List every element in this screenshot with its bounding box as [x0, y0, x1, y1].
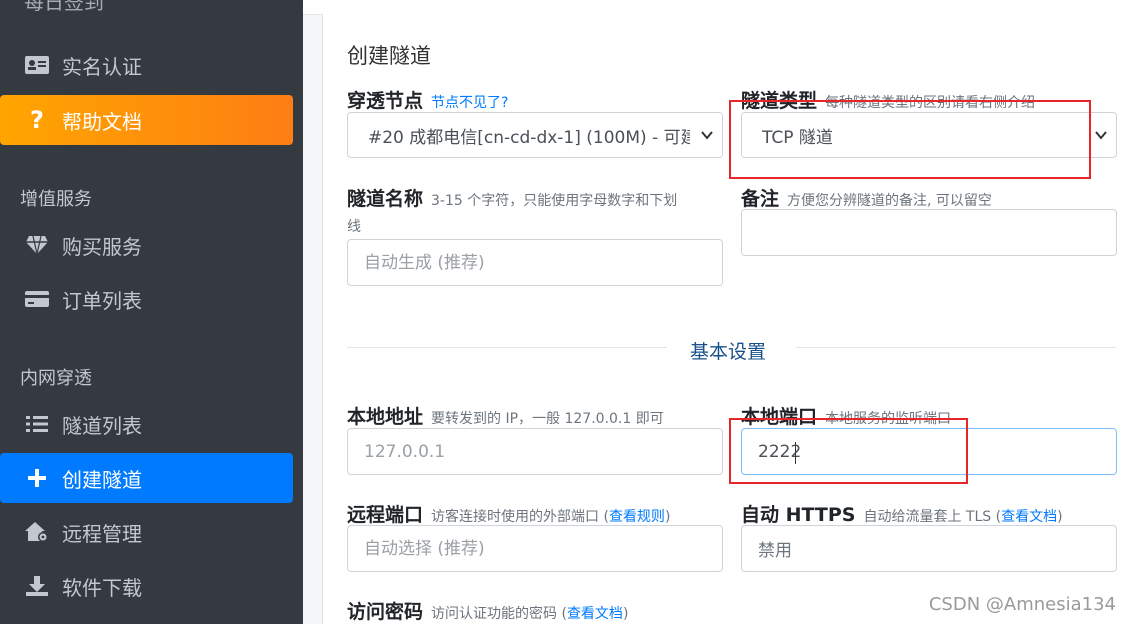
local-address-hint: 要转发到的 IP，一般 127.0.0.1 即可	[431, 411, 664, 427]
sidebar-item-label: 远程管理	[62, 521, 142, 546]
remote-port-label: 远程端口 访客连接时使用的外部端口 (查看规则)	[347, 500, 670, 527]
sidebar-item-label: 实名认证	[62, 54, 142, 79]
sidebar-item-label: 购买服务	[62, 234, 142, 259]
page-title: 创建隧道	[347, 44, 431, 68]
diamond-icon	[24, 232, 50, 258]
type-label: 隧道类型 每种隧道类型的区别请看右侧介绍	[741, 86, 1035, 113]
section-basic-settings: 基本设置	[690, 341, 767, 363]
type-label-text: 隧道类型	[741, 90, 818, 112]
tunnel-name-input[interactable]	[347, 239, 723, 286]
plus-icon	[24, 465, 50, 491]
id-card-icon	[24, 52, 50, 78]
tunnel-name-hint-wrap: 线	[347, 219, 361, 235]
node-label: 穿透节点 节点不见了?	[347, 86, 508, 113]
auto-https-docs-link[interactable]: 查看文档	[1001, 509, 1057, 525]
download-icon	[24, 573, 50, 599]
sidebar-item-remote-manage[interactable]: 远程管理	[0, 507, 293, 557]
sidebar-item-buy-service[interactable]: 购买服务	[0, 220, 293, 270]
question-icon: ?	[30, 106, 44, 134]
sidebar-item-checkin-cut[interactable]: 每日签到	[24, 0, 104, 15]
remark-hint: 方便您分辨隧道的备注, 可以留空	[787, 193, 992, 209]
sidebar-item-realname[interactable]: 实名认证	[0, 40, 293, 90]
node-select[interactable]: #20 成都电信[cn-cd-dx-1] (100M) - 可建	[347, 112, 723, 158]
divider-right	[796, 347, 1116, 348]
local-address-input[interactable]	[347, 428, 723, 475]
node-label-text: 穿透节点	[347, 90, 424, 112]
sidebar-item-label: 隧道列表	[62, 413, 142, 438]
access-password-label: 访问密码 访问认证功能的密码 (查看文档)	[347, 597, 628, 624]
remark-label: 备注 方便您分辨隧道的备注, 可以留空	[741, 184, 992, 211]
local-address-label-text: 本地地址	[347, 406, 424, 428]
sidebar-item-software-download[interactable]: 软件下载	[0, 561, 293, 611]
local-port-input[interactable]	[741, 428, 1117, 475]
list-icon	[24, 411, 50, 437]
sidebar-item-tunnel-list[interactable]: 隧道列表	[0, 399, 293, 449]
auto-https-hint: 自动给流量套上 TLS (	[863, 509, 1002, 525]
tunnel-type-value: TCP 隧道	[762, 127, 833, 148]
credit-card-icon	[24, 286, 50, 312]
sidebar-item-create-tunnel[interactable]: 创建隧道	[0, 453, 293, 503]
local-port-label: 本地端口 本地服务的监听端口	[741, 402, 951, 429]
top-toolbar-strip	[303, 0, 1130, 15]
sidebar-section-intranet: 内网穿透	[20, 368, 92, 389]
divider-left	[347, 347, 667, 348]
tunnel-type-select[interactable]: TCP 隧道	[741, 112, 1117, 158]
text-caret	[795, 442, 796, 464]
sidebar-item-orders[interactable]: 订单列表	[0, 274, 293, 324]
sidebar-item-label: 软件下载	[62, 575, 142, 600]
access-password-label-text: 访问密码	[347, 601, 424, 623]
node-select-value: #20 成都电信[cn-cd-dx-1] (100M) - 可建	[368, 127, 698, 148]
remote-port-label-text: 远程端口	[347, 504, 424, 526]
access-password-docs-link[interactable]: 查看文档	[567, 606, 623, 622]
type-hint: 每种隧道类型的区别请看右侧介绍	[825, 95, 1036, 111]
remote-port-input[interactable]	[347, 525, 723, 572]
sidebar-item-label: 订单列表	[62, 288, 142, 313]
remark-input[interactable]	[741, 209, 1117, 256]
access-password-hint: 访问认证功能的密码 (	[431, 606, 567, 622]
sidebar: 每日签到 实名认证 ? 帮助文档 增值服务 购买服务 订单列表 内网穿透 隧道列…	[0, 0, 303, 624]
sidebar-section-value-added: 增值服务	[20, 189, 92, 210]
local-port-hint: 本地服务的监听端口	[825, 411, 952, 427]
sidebar-item-help-docs[interactable]: ? 帮助文档	[0, 95, 293, 145]
tunnel-name-hint: 3-15 个字符，只能使用字母数字和下划	[431, 193, 678, 209]
chevron-down-icon	[1095, 131, 1107, 140]
auto-https-label-text: 自动 HTTPS	[741, 504, 856, 526]
tunnel-name-label-text: 隧道名称	[347, 188, 424, 210]
home-gear-icon	[24, 519, 50, 545]
remote-port-hint: 访客连接时使用的外部端口 (	[431, 509, 609, 525]
remote-port-hint-end: )	[664, 509, 671, 525]
watermark: CSDN @Amnesia134	[928, 594, 1116, 615]
auto-https-hint-end: )	[1057, 509, 1063, 525]
auto-https-select[interactable]: 禁用	[741, 525, 1117, 572]
local-address-label: 本地地址 要转发到的 IP，一般 127.0.0.1 即可	[347, 402, 664, 429]
access-password-hint-end: )	[622, 606, 629, 622]
sidebar-item-label: 创建隧道	[62, 467, 142, 492]
sidebar-item-label: 帮助文档	[62, 109, 142, 134]
remark-label-text: 备注	[741, 188, 780, 210]
tunnel-name-label: 隧道名称 3-15 个字符，只能使用字母数字和下划	[347, 184, 677, 211]
chevron-down-icon	[701, 131, 713, 140]
local-port-label-text: 本地端口	[741, 406, 818, 428]
remote-port-rules-link[interactable]: 查看规则	[609, 509, 665, 525]
auto-https-value: 禁用	[758, 541, 792, 561]
auto-https-label: 自动 HTTPS 自动给流量套上 TLS (查看文档)	[741, 500, 1063, 527]
node-missing-link[interactable]: 节点不见了?	[431, 95, 508, 111]
